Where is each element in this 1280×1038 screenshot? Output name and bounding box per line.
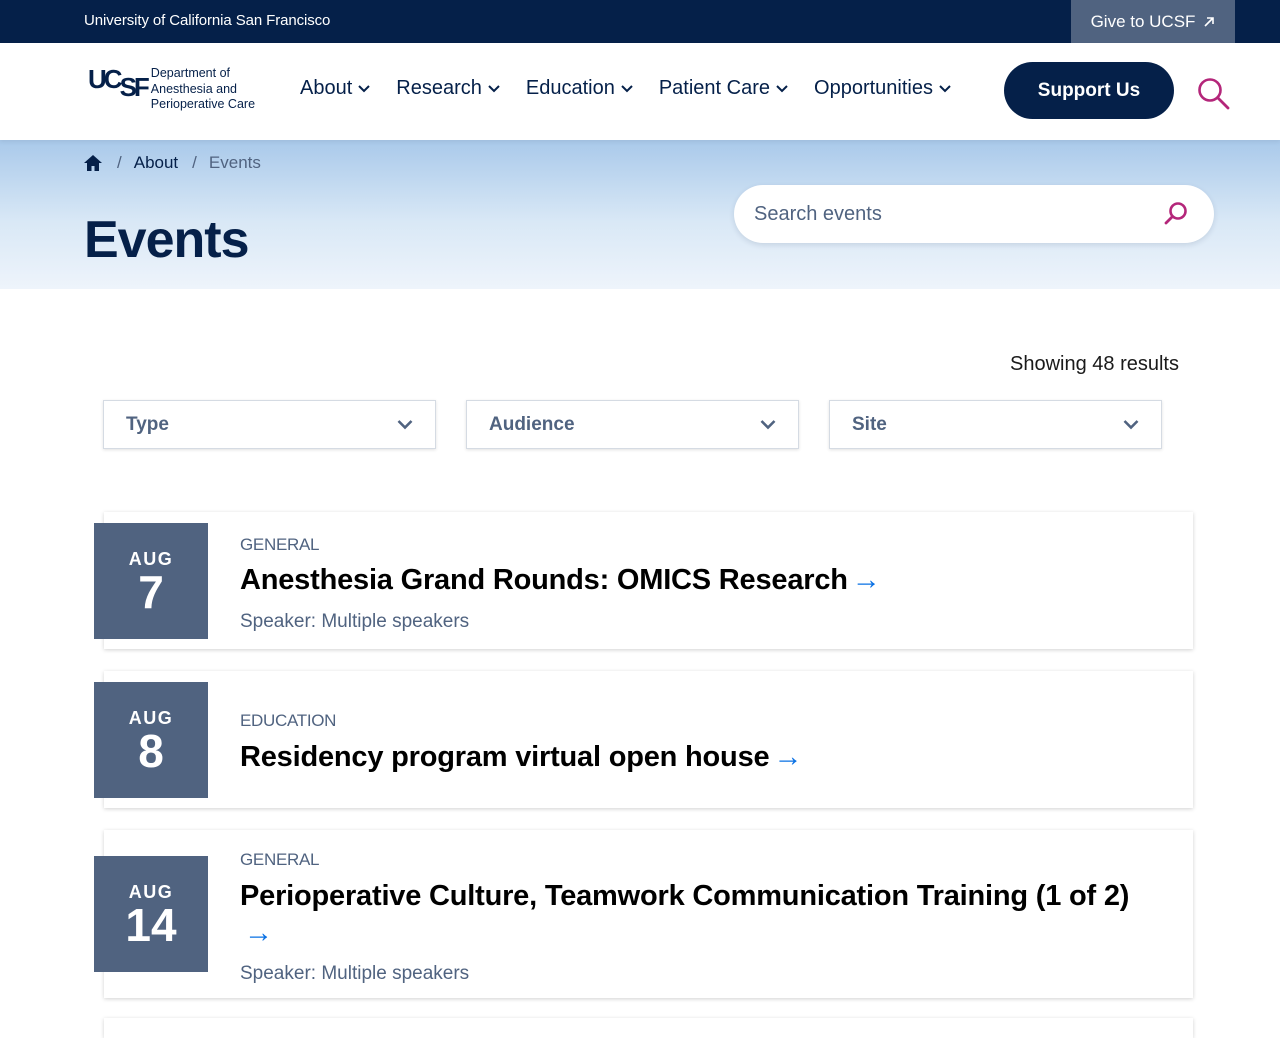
filter-label: Site <box>852 414 887 435</box>
chevron-down-icon <box>1123 420 1139 430</box>
department-line-1: Department of <box>150 66 231 80</box>
filter-label: Audience <box>489 414 575 435</box>
give-button[interactable]: Give to UCSF <box>1071 0 1235 43</box>
page-hero: / About / Events Events <box>0 140 1280 289</box>
event-title[interactable]: Residency program virtual open house → <box>240 739 1160 776</box>
nav-item-patient-care[interactable]: Patient Care <box>659 77 788 100</box>
event-category: GENERAL <box>240 850 320 869</box>
nav-item-opportunities[interactable]: Opportunities <box>814 77 951 100</box>
event-card[interactable]: GENERAL Perioperative Culture, Teamwork … <box>104 830 1193 998</box>
department-line-2: Anesthesia and <box>150 81 237 96</box>
nav-item-about[interactable]: About <box>300 77 370 100</box>
event-card[interactable]: GENERAL Anesthesia Grand Rounds: OMICS R… <box>104 512 1193 649</box>
breadcrumb: / About / Events <box>83 153 261 173</box>
external-arrow-icon <box>1204 16 1215 27</box>
home-icon[interactable] <box>83 154 103 172</box>
filter-audience[interactable]: Audience <box>466 400 799 449</box>
chevron-down-icon <box>621 84 633 92</box>
event-day: 14 <box>125 899 177 951</box>
event-day: 7 <box>138 566 164 618</box>
event-date: AUG 7 <box>94 523 208 639</box>
nav-item-label: Opportunities <box>814 77 933 99</box>
support-us-button[interactable]: Support Us <box>1004 62 1174 119</box>
event-search <box>734 185 1214 243</box>
page-title: Events <box>84 211 250 269</box>
event-date: AUG 8 <box>94 682 208 798</box>
nav-item-label: About <box>300 77 353 99</box>
breadcrumb-separator: / <box>192 153 197 172</box>
give-label: Give to UCSF <box>1090 11 1196 31</box>
main-nav: About Research Education Patient Care Op… <box>300 77 977 100</box>
site-header: UCSF Department of Anesthesia and Periop… <box>0 43 1280 140</box>
utility-bar: University of California San Francisco G… <box>0 0 1280 43</box>
right-arrow-icon: → <box>244 917 273 949</box>
event-title-text: Perioperative Culture, Teamwork Communic… <box>240 880 1130 912</box>
event-title[interactable]: Anesthesia Grand Rounds: OMICS Research → <box>240 562 1160 599</box>
chevron-down-icon <box>397 420 413 430</box>
chevron-down-icon <box>760 420 776 430</box>
event-title[interactable]: Perioperative Culture, Teamwork Communic… <box>240 878 1160 952</box>
filter-type[interactable]: Type <box>103 400 436 449</box>
chevron-down-icon <box>358 84 370 92</box>
nav-item-label: Education <box>525 77 615 99</box>
right-arrow-icon: → <box>851 564 881 596</box>
magnifier-icon[interactable] <box>1196 76 1232 112</box>
breadcrumb-separator: / <box>117 153 122 172</box>
university-link[interactable]: University of California San Francisco <box>84 12 330 29</box>
nav-item-label: Research <box>396 77 482 99</box>
breadcrumb-current: Events <box>208 153 261 172</box>
department-name: Department of Anesthesia and Perioperati… <box>151 65 255 113</box>
search-input[interactable] <box>754 185 1154 243</box>
chevron-down-icon <box>939 84 951 92</box>
event-speaker: Speaker: Multiple speakers <box>240 963 470 984</box>
filter-site[interactable]: Site <box>829 400 1162 449</box>
event-date: AUG 14 <box>94 856 208 972</box>
event-category: EDUCATION <box>240 711 337 730</box>
event-title-text: Anesthesia Grand Rounds: OMICS Research <box>240 564 848 596</box>
event-title-text: Residency program virtual open house <box>240 741 770 773</box>
right-arrow-icon: → <box>773 741 803 773</box>
event-category: GENERAL <box>240 535 320 554</box>
event-card[interactable]: EDUCATION Residency program virtual open… <box>104 671 1193 808</box>
filter-label: Type <box>126 414 169 435</box>
event-speaker: Speaker: Multiple speakers <box>240 611 470 632</box>
chevron-down-icon <box>776 84 788 92</box>
results-count: Showing 48 results <box>1010 353 1179 375</box>
nav-item-research[interactable]: Research <box>396 77 500 100</box>
magnifier-icon[interactable] <box>1162 200 1190 228</box>
chevron-down-icon <box>488 84 500 92</box>
nav-item-label: Patient Care <box>658 77 771 99</box>
breadcrumb-about[interactable]: About <box>134 153 178 173</box>
event-card[interactable] <box>104 1018 1193 1038</box>
event-day: 8 <box>138 725 164 777</box>
ucsf-logo[interactable]: UCSF Department of Anesthesia and Periop… <box>88 65 255 113</box>
nav-item-education[interactable]: Education <box>526 77 633 100</box>
department-line-3: Perioperative Care <box>150 97 256 111</box>
ucsf-wordmark: UCSF <box>88 64 150 102</box>
